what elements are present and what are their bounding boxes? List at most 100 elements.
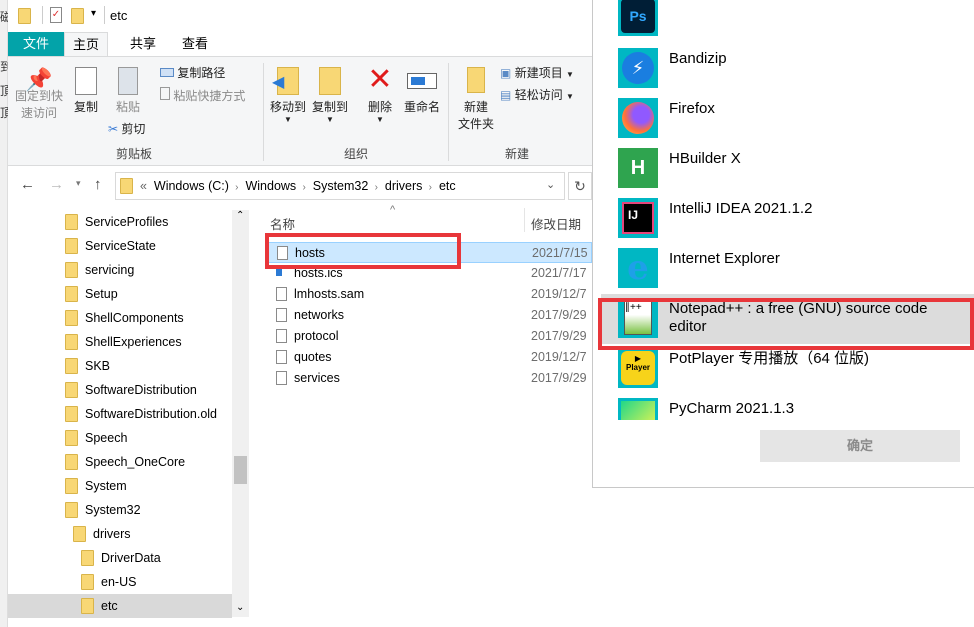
delete-button[interactable]: ✕ 删除 ▼: [362, 63, 398, 124]
paste-button[interactable]: 粘贴: [108, 67, 148, 116]
app-list-item[interactable]: ⚡ Bandizip: [601, 44, 974, 94]
breadcrumb-item[interactable]: Windows: [245, 179, 296, 193]
tab-share[interactable]: 共享: [118, 32, 168, 56]
cut-button[interactable]: ✂ 剪切: [108, 121, 168, 138]
tree-item[interactable]: ShellComponents: [8, 306, 232, 330]
tree-item[interactable]: etc: [8, 594, 232, 618]
up-icon[interactable]: ↑: [94, 176, 102, 193]
folder-icon: [65, 430, 78, 446]
ok-button[interactable]: 确定: [760, 430, 960, 462]
app-list-item[interactable]: Firefox: [601, 94, 974, 144]
file-date: 2021/7/15: [532, 246, 588, 260]
label: 固定到快: [14, 89, 63, 103]
app-list-item[interactable]: H HBuilder X: [601, 144, 974, 194]
bg-text: 到: [0, 60, 8, 74]
forward-icon[interactable]: →: [49, 176, 64, 193]
app-list-item[interactable]: Ps: [601, 0, 974, 42]
easy-access-button[interactable]: ▤ 轻松访问 ▼: [500, 87, 574, 105]
tree-item[interactable]: SoftwareDistribution.old: [8, 402, 232, 426]
chevron-right-icon[interactable]: ›: [426, 182, 432, 193]
tree-item[interactable]: drivers: [8, 522, 232, 546]
pin-quick-access-button[interactable]: 📌 固定到快 速访问: [14, 69, 64, 122]
breadcrumb-item[interactable]: Windows (C:): [154, 179, 229, 193]
move-to-icon: ◀: [272, 67, 299, 95]
folder-icon: [65, 238, 78, 254]
folder-icon: [73, 526, 86, 542]
file-date: 2017/9/29: [531, 329, 587, 343]
tab-file[interactable]: 文件: [8, 32, 64, 56]
app-list-item[interactable]: ▶ Player PotPlayer 专用播放（64 位版): [601, 344, 974, 394]
tree-item[interactable]: SoftwareDistribution: [8, 378, 232, 402]
tree-item[interactable]: Setup: [8, 282, 232, 306]
breadcrumb-item[interactable]: drivers: [385, 179, 423, 193]
tree-item[interactable]: servicing: [8, 258, 232, 282]
refresh-icon[interactable]: ↻: [568, 172, 592, 200]
tree-item[interactable]: ShellExperiences: [8, 330, 232, 354]
bg-text: 頂: [0, 84, 8, 98]
new-folder-quick-icon[interactable]: [71, 8, 84, 24]
tab-view[interactable]: 查看: [170, 32, 220, 56]
tree-item-label: Setup: [85, 287, 118, 301]
scroll-down-icon[interactable]: ⌄: [236, 602, 244, 613]
breadcrumb-item[interactable]: etc: [439, 179, 456, 193]
file-row[interactable]: networks 2017/9/29: [266, 305, 592, 326]
label: 复制: [73, 100, 98, 114]
chevron-right-icon[interactable]: ›: [300, 182, 305, 193]
scroll-thumb[interactable]: [234, 456, 247, 484]
address-bar[interactable]: « Windows (C:) › Windows › System32 › dr…: [115, 172, 565, 200]
folder-icon: [18, 8, 31, 24]
tree-item-label: SoftwareDistribution.old: [85, 407, 218, 421]
tree-item[interactable]: Speech_OneCore: [8, 450, 232, 474]
folder-icon: [65, 358, 78, 374]
label: 移动到: [269, 100, 306, 114]
customize-quick-access-icon[interactable]: ▾: [91, 8, 96, 19]
copy-button[interactable]: 复制: [68, 67, 104, 116]
chevron-right-icon[interactable]: ›: [372, 182, 378, 193]
label: 删除: [367, 100, 392, 114]
copy-to-icon: [319, 67, 341, 95]
recent-dropdown-icon[interactable]: ▾: [76, 178, 81, 189]
tree-item-label: Speech: [85, 431, 128, 445]
folder-icon: [65, 478, 78, 494]
rename-button[interactable]: 重命名: [400, 67, 444, 116]
scroll-up-icon[interactable]: ⌃: [236, 210, 244, 221]
file-row[interactable]: quotes 2019/12/7: [266, 347, 592, 368]
copy-path-button[interactable]: 复制路径: [160, 65, 225, 82]
chevron-right-icon[interactable]: ›: [232, 182, 238, 193]
tab-home[interactable]: 主页: [64, 32, 108, 57]
tree-item[interactable]: DriverData: [8, 546, 232, 570]
tree-item[interactable]: System32: [8, 498, 232, 522]
file-row[interactable]: protocol 2017/9/29: [266, 326, 592, 347]
ribbon: 📌 固定到快 速访问 复制 粘贴 ✂ 剪切 复制路径 粘贴快捷方式 剪贴板 ◀ …: [8, 56, 592, 166]
title-bar: ✓ ▾ etc: [8, 0, 592, 32]
paste-shortcut-button[interactable]: 粘贴快捷方式: [160, 87, 245, 105]
tree-item-label: DriverData: [101, 551, 161, 565]
app-name: IntelliJ IDEA 2021.1.2: [669, 200, 813, 217]
file-row[interactable]: services 2017/9/29: [266, 368, 592, 389]
tree-item[interactable]: en-US: [8, 570, 232, 594]
app-list-item[interactable]: IJ IntelliJ IDEA 2021.1.2: [601, 194, 974, 244]
back-icon[interactable]: ←: [20, 176, 35, 193]
tree-item[interactable]: SKB: [8, 354, 232, 378]
tree-item-label: en-US: [101, 575, 137, 589]
tree-item[interactable]: ServiceProfiles: [8, 210, 232, 234]
breadcrumb-item[interactable]: System32: [313, 179, 369, 193]
column-header-date[interactable]: 修改日期: [531, 214, 581, 233]
move-to-button[interactable]: ◀ 移动到 ▼: [268, 67, 308, 124]
overflow-chevron[interactable]: «: [140, 179, 147, 193]
file-row[interactable]: lmhosts.sam 2019/12/7: [266, 284, 592, 305]
app-list-item[interactable]: PyCharm 2021.1.3: [601, 394, 974, 420]
nav-scrollbar[interactable]: ⌃ ⌄: [232, 210, 249, 617]
tree-item-label: ShellExperiences: [85, 335, 182, 349]
column-header-name[interactable]: 名称: [270, 214, 295, 233]
new-folder-button[interactable]: 新建 文件夹: [454, 67, 498, 133]
new-item-button[interactable]: ▣ 新建项目 ▼: [500, 65, 574, 83]
copy-to-button[interactable]: 复制到 ▼: [310, 67, 350, 124]
address-dropdown-icon[interactable]: ⌄: [546, 178, 555, 191]
tree-item[interactable]: System: [8, 474, 232, 498]
tree-item[interactable]: ServiceState: [8, 234, 232, 258]
tree-item[interactable]: Speech: [8, 426, 232, 450]
group-label-new: 新建: [505, 147, 530, 161]
app-list-item[interactable]: e Internet Explorer: [601, 244, 974, 294]
properties-icon[interactable]: ✓: [50, 7, 62, 23]
